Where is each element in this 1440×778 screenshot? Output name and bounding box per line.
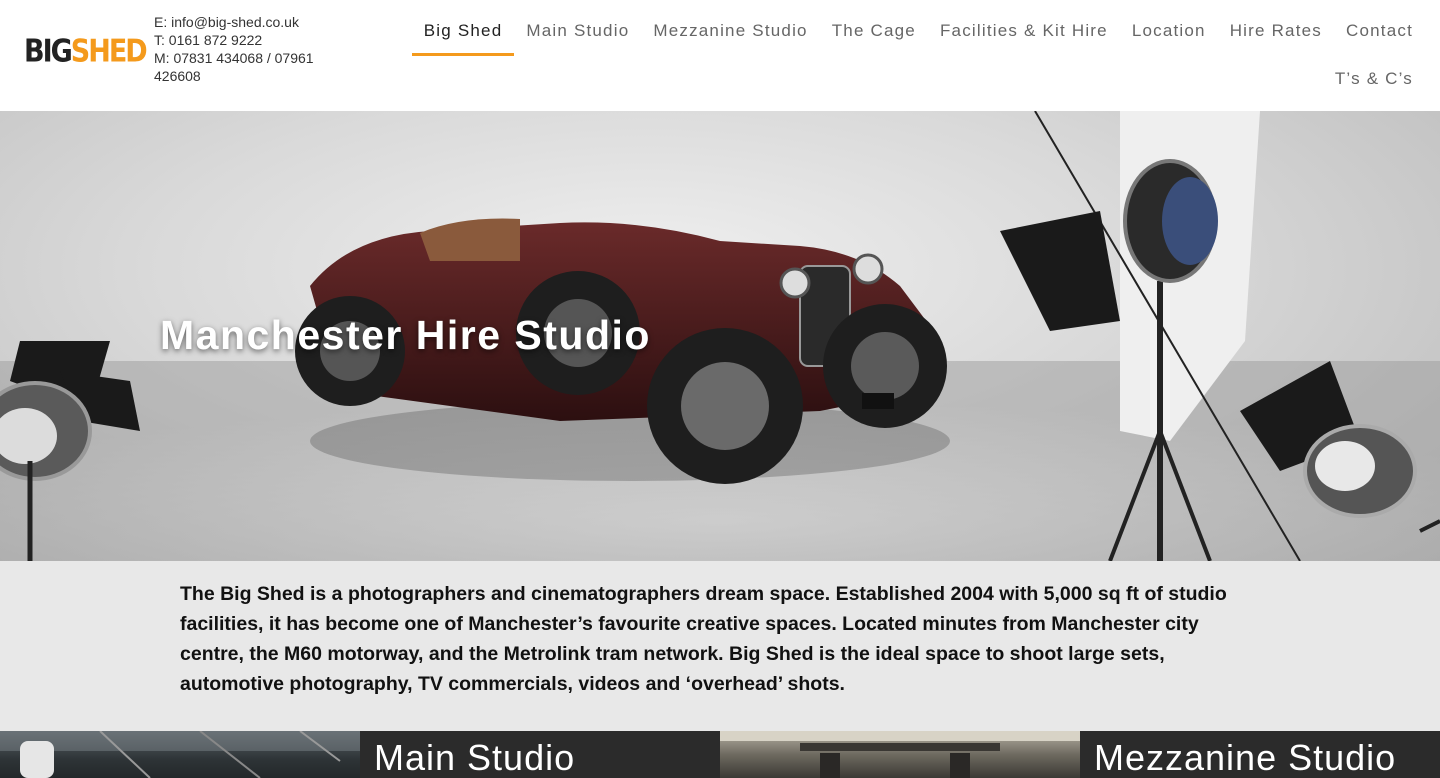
nav-item-location[interactable]: Location xyxy=(1120,12,1218,54)
nav-item-big-shed[interactable]: Big Shed xyxy=(411,12,515,56)
nav-item-the-cage[interactable]: The Cage xyxy=(820,12,928,54)
intro-text: The Big Shed is a photographers and cine… xyxy=(180,583,1227,695)
nav-item-contact[interactable]: Contact xyxy=(1334,12,1425,54)
mezzanine-studio-thumbnail xyxy=(720,731,1080,778)
mezzanine-studio-tile[interactable]: Mezzanine Studio xyxy=(1080,731,1440,778)
studio-tiles: Main Studio Mezzanine Studio xyxy=(0,731,1440,778)
nav-item-hire-rates[interactable]: Hire Rates xyxy=(1218,12,1334,54)
nav-item-mezzanine-studio[interactable]: Mezzanine Studio xyxy=(641,12,819,54)
intro-section: The Big Shed is a photographers and cine… xyxy=(0,561,1440,731)
contact-phone[interactable]: T: 0161 872 9222 xyxy=(154,31,324,49)
contact-mobile[interactable]: M: 07831 434068 / 07961 426608 xyxy=(154,49,324,85)
nav-item-terms[interactable]: T’s & C’s xyxy=(1323,60,1425,102)
contact-email[interactable]: E: info@big-shed.co.uk xyxy=(154,13,324,31)
main-studio-tile[interactable]: Main Studio xyxy=(360,731,720,778)
nav-item-main-studio[interactable]: Main Studio xyxy=(514,12,641,54)
main-nav: Big Shed Main Studio Mezzanine Studio Th… xyxy=(411,12,1425,102)
nav-item-facilities[interactable]: Facilities & Kit Hire xyxy=(928,12,1120,54)
site-header: BIG SHED E: info@big-shed.co.uk T: 0161 8… xyxy=(0,0,1440,111)
main-studio-image[interactable] xyxy=(0,731,360,778)
hero-banner: Manchester Hire Studio xyxy=(0,111,1440,561)
main-studio-thumbnail xyxy=(0,731,360,778)
site-logo[interactable]: BIG SHED xyxy=(24,34,148,70)
contact-info: E: info@big-shed.co.uk T: 0161 872 9222 … xyxy=(154,13,324,85)
main-studio-label: Main Studio xyxy=(374,737,576,778)
hero-title: Manchester Hire Studio xyxy=(160,312,651,358)
mezzanine-studio-label: Mezzanine Studio xyxy=(1094,737,1397,778)
mezzanine-studio-image[interactable] xyxy=(720,731,1080,778)
